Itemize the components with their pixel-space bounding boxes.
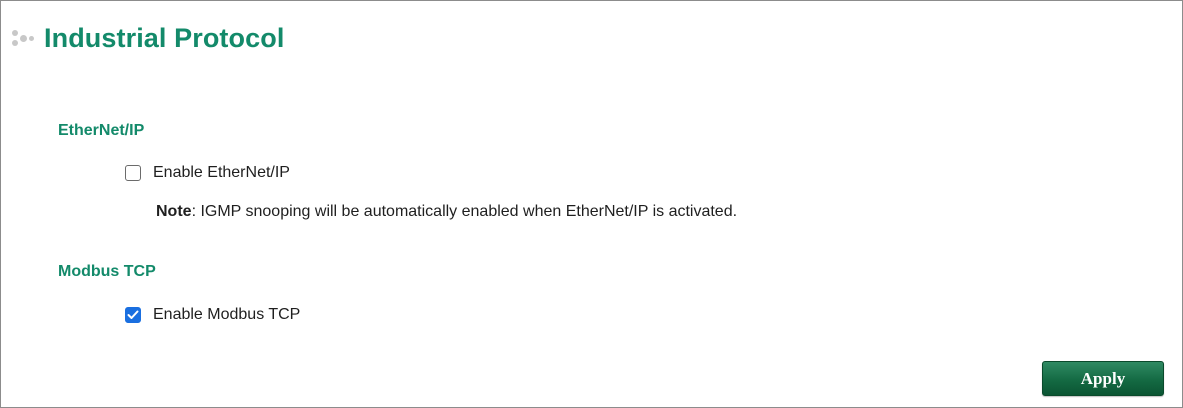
enable-ethernet-ip-checkbox[interactable] bbox=[125, 165, 141, 181]
section-title-ethernet-ip: EtherNet/IP bbox=[58, 122, 145, 139]
enable-ethernet-ip-label[interactable]: Enable EtherNet/IP bbox=[153, 164, 290, 182]
check-icon bbox=[127, 310, 139, 319]
enable-modbus-tcp-label[interactable]: Enable Modbus TCP bbox=[153, 306, 300, 324]
dots-icon bbox=[10, 28, 40, 50]
section-title-modbus-tcp: Modbus TCP bbox=[58, 263, 156, 280]
page-title: Industrial Protocol bbox=[44, 23, 285, 53]
apply-button[interactable]: Apply bbox=[1042, 361, 1164, 396]
enable-modbus-tcp-checkbox[interactable] bbox=[125, 307, 141, 323]
modbus-tcp-option[interactable]: Enable Modbus TCP bbox=[125, 306, 300, 324]
note-label: Note bbox=[156, 203, 192, 220]
page-header: Industrial Protocol bbox=[10, 23, 284, 54]
settings-panel: Industrial Protocol EtherNet/IP Enable E… bbox=[0, 0, 1183, 408]
ethernet-ip-option[interactable]: Enable EtherNet/IP bbox=[125, 164, 290, 182]
ethernet-ip-note: Note: IGMP snooping will be automaticall… bbox=[156, 203, 737, 221]
note-text: : IGMP snooping will be automatically en… bbox=[191, 203, 738, 220]
